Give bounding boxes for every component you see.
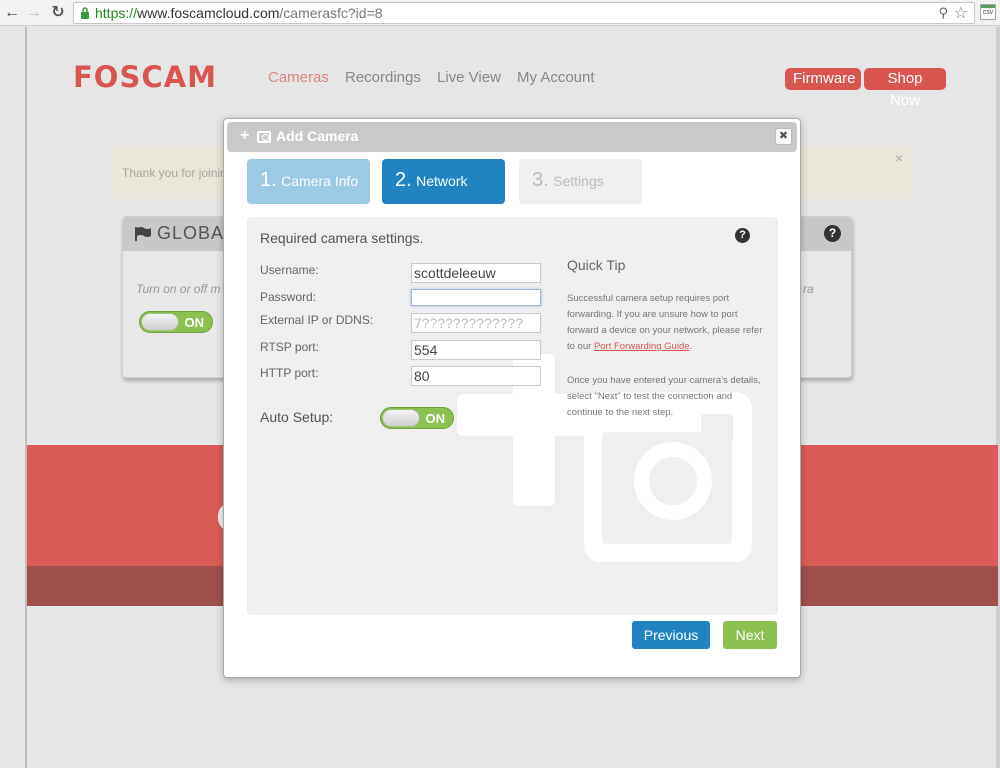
http-port-label: HTTP port: <box>260 366 319 380</box>
step-number: 1. <box>260 169 277 191</box>
password-input[interactable] <box>411 289 541 306</box>
nav-cameras[interactable]: Cameras <box>268 69 329 86</box>
nav-my-account[interactable]: My Account <box>517 69 595 86</box>
password-label: Password: <box>260 290 317 304</box>
modal-title: Add Camera <box>276 128 359 144</box>
camera-icon <box>257 131 271 143</box>
watermark-lens-center <box>649 457 697 505</box>
step-label: Camera Info <box>281 173 359 189</box>
global-card-description: Turn on or off m <box>136 282 221 296</box>
back-arrow-icon[interactable]: ← <box>2 3 22 23</box>
username-input[interactable] <box>411 263 541 283</box>
toggle-label: ON <box>184 315 205 330</box>
step-label: Network <box>416 173 468 189</box>
url-path: /camerasfc?id=8 <box>279 5 383 21</box>
username-label: Username: <box>260 263 319 277</box>
watermark-camera-body <box>602 432 732 544</box>
bookmark-star-icon[interactable]: ☆ <box>954 3 968 23</box>
network-form-panel: Required camera settings. ? Username: Pa… <box>247 217 778 615</box>
step-camera-info[interactable]: 1. Camera Info <box>247 159 370 204</box>
add-camera-modal: + Add Camera ✖ 1. Camera Info 2. Network… <box>223 118 801 678</box>
http-port-input[interactable] <box>411 366 541 386</box>
help-icon[interactable]: ? <box>824 225 841 242</box>
watermark-camera-lens <box>634 442 712 520</box>
foscam-logo[interactable]: FOSCAM <box>73 62 235 92</box>
plus-icon: + <box>240 127 250 144</box>
step-number: 2. <box>395 169 412 191</box>
step-label: Settings <box>553 173 604 189</box>
tip-text: . <box>689 341 693 352</box>
toggle-label: ON <box>425 411 446 426</box>
close-icon[interactable]: ✖ <box>775 128 792 145</box>
toggle-knob <box>382 409 420 427</box>
help-icon[interactable]: ? <box>735 228 750 243</box>
url-text: https://www.foscamcloud.com/camerasfc?id… <box>95 5 383 22</box>
external-ip-label: External IP or DDNS: <box>260 313 374 327</box>
shop-now-button[interactable]: Shop Now <box>864 68 946 109</box>
step-number: 3. <box>532 169 549 191</box>
address-bar[interactable]: https://www.foscamcloud.com/camerasfc?id… <box>73 2 975 24</box>
lock-icon <box>81 7 89 19</box>
external-ip-input[interactable] <box>411 313 541 333</box>
global-card-description-right: ra <box>803 282 814 296</box>
toggle-knob <box>141 313 179 331</box>
url-scheme: https:// <box>95 5 138 21</box>
rtsp-port-input[interactable] <box>411 340 541 360</box>
nav-recordings[interactable]: Recordings <box>345 69 421 86</box>
url-host: www.foscamcloud.com <box>137 5 280 21</box>
nav-live-view[interactable]: Live View <box>437 69 501 86</box>
firmware-button[interactable]: Firmware <box>785 68 861 90</box>
scrollbar[interactable] <box>996 27 1000 768</box>
global-toggle[interactable]: ON <box>139 311 213 333</box>
step-settings[interactable]: 3. Settings <box>519 159 642 204</box>
port-forwarding-guide-link[interactable]: Port Forwarding Guide <box>594 341 690 352</box>
auto-setup-toggle[interactable]: ON <box>380 407 454 429</box>
quick-tip-title: Quick Tip <box>567 257 626 273</box>
notice-text: Thank you for joining <box>122 166 234 180</box>
next-button[interactable]: Next <box>723 621 777 649</box>
forward-arrow-icon[interactable]: → <box>24 3 44 23</box>
quick-tip-paragraph: Successful camera setup requires port fo… <box>567 291 767 355</box>
logo-text: FOSCAM <box>73 60 217 94</box>
csv-extension-icon[interactable]: CSV <box>980 4 996 20</box>
reload-icon[interactable]: ↻ <box>48 3 68 23</box>
quick-tip-next-paragraph: Once you have entered your camera's deta… <box>567 375 761 418</box>
notice-close-icon[interactable]: × <box>895 150 903 166</box>
flag-icon <box>135 227 151 241</box>
previous-button[interactable]: Previous <box>632 621 710 649</box>
modal-header: + Add Camera ✖ <box>227 122 797 152</box>
step-network[interactable]: 2. Network <box>382 159 505 204</box>
browser-toolbar: ← → ↻ https://www.foscamcloud.com/camera… <box>0 0 1000 26</box>
auto-setup-label: Auto Setup: <box>260 409 334 425</box>
panel-title: Required camera settings. <box>260 230 424 246</box>
rtsp-port-label: RTSP port: <box>260 340 319 354</box>
key-icon[interactable]: ⚲ <box>938 5 948 21</box>
